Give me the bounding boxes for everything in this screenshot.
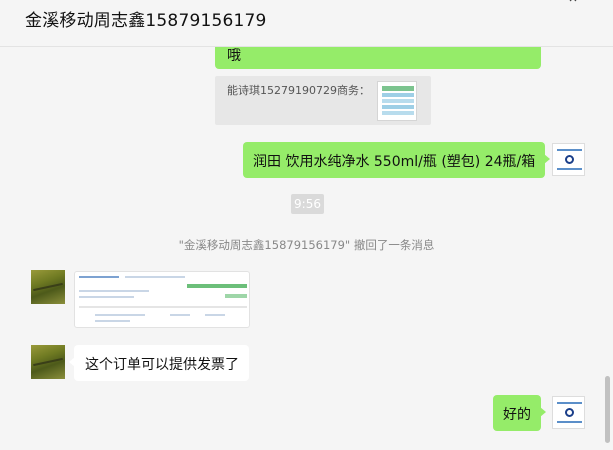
message-text: 哦: [227, 48, 241, 64]
message-bubble-me[interactable]: 哦: [215, 47, 541, 69]
message-text: 这个订单可以提供发票了: [85, 357, 239, 373]
timestamp: 9:56: [291, 194, 324, 214]
message-text: 润田 饮用水纯净水 550ml/瓶 (塑包) 24瓶/箱: [253, 154, 536, 170]
message-bubble-me[interactable]: 润田 饮用水纯净水 550ml/瓶 (塑包) 24瓶/箱: [243, 142, 551, 178]
chat-scrollbar[interactable]: [605, 376, 610, 443]
message-bubble-me[interactable]: 好的: [493, 395, 546, 431]
message-bubble-other[interactable]: 这个订单可以提供发票了: [69, 345, 249, 381]
recall-notice: "金溪移动周志鑫15879156179" 撤回了一条消息: [178, 238, 435, 252]
my-avatar[interactable]: [552, 396, 585, 429]
close-icon[interactable]: [568, 0, 578, 9]
quoted-text: 能诗琪15279190729商务：: [227, 84, 370, 97]
pin-icon[interactable]: [496, 0, 506, 9]
message-text: 好的: [503, 407, 531, 423]
order-screenshot-image[interactable]: [74, 271, 250, 328]
quoted-message[interactable]: 能诗琪15279190729商务：: [215, 76, 431, 125]
contact-avatar[interactable]: [31, 345, 65, 379]
qr-code-image[interactable]: [377, 81, 417, 121]
chat-title: 金溪移动周志鑫15879156179: [25, 11, 267, 31]
chat-header: 金溪移动周志鑫15879156179: [0, 0, 613, 47]
my-avatar[interactable]: [552, 143, 585, 176]
contact-avatar[interactable]: [31, 270, 65, 304]
message-list[interactable]: 哦 能诗琪15279190729商务： 润田 饮用水纯净水 550ml/瓶 (塑…: [0, 47, 613, 450]
